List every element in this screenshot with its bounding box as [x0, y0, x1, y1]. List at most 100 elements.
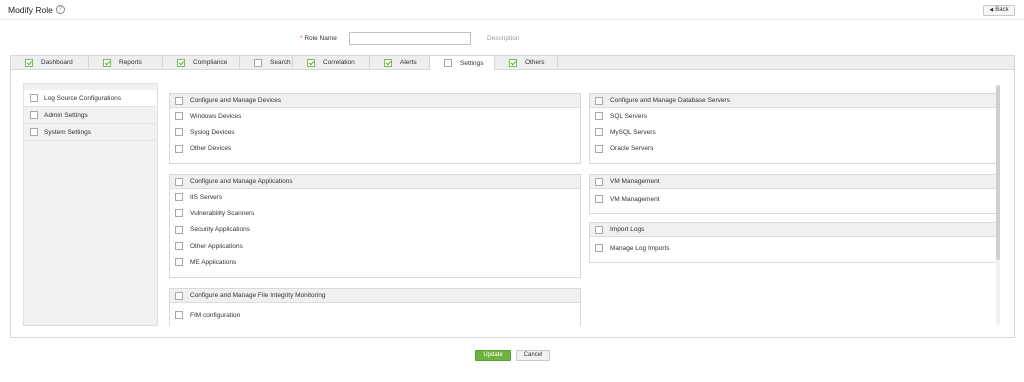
sidebar-checkbox[interactable] — [30, 128, 38, 136]
permission-item[interactable]: VM Management — [590, 191, 999, 207]
sidebar-checkbox[interactable] — [30, 94, 38, 102]
tab-checkbox[interactable] — [509, 58, 517, 67]
tab-dashboard[interactable]: Dashboard — [11, 56, 89, 69]
permission-item[interactable]: Windows Devices — [170, 108, 580, 124]
tab-checkbox[interactable] — [25, 58, 33, 67]
item-checkbox[interactable] — [175, 242, 183, 251]
role-name-label: * Role Name — [300, 35, 337, 42]
help-circle-icon[interactable]: ? — [56, 5, 65, 14]
sidebar-item-admin-settings[interactable]: Admin Settings — [24, 107, 157, 124]
permission-item[interactable]: IIS Servers — [170, 189, 580, 205]
item-checkbox[interactable] — [175, 128, 183, 137]
panel-checkbox[interactable] — [595, 225, 603, 234]
permission-item[interactable]: Vulnerability Scanners — [170, 205, 580, 221]
tab-label: Alerts — [400, 59, 417, 66]
tab-settings[interactable]: Settings — [430, 56, 495, 70]
panel-header[interactable]: Configure and Manage Devices — [170, 94, 580, 108]
tab-alerts[interactable]: Alerts — [370, 56, 430, 69]
tab-checkbox[interactable] — [307, 58, 315, 67]
panel-vm-management: VM Management VM Management — [589, 174, 999, 214]
tab-checkbox[interactable] — [177, 58, 185, 67]
item-checkbox[interactable] — [175, 193, 183, 202]
panel-title: VM Management — [610, 178, 660, 185]
item-checkbox[interactable] — [175, 209, 183, 218]
role-name-input[interactable] — [349, 32, 471, 45]
item-label: MySQL Servers — [610, 128, 656, 136]
permission-item[interactable]: Syslog Devices — [170, 124, 580, 140]
item-label: VM Management — [610, 195, 660, 203]
scrollbar-thumb[interactable] — [996, 85, 1000, 260]
item-checkbox[interactable] — [175, 225, 183, 234]
panel-database-servers: Configure and Manage Database Servers SQ… — [589, 93, 999, 164]
sidebar-checkbox[interactable] — [30, 111, 38, 119]
sidebar-item-label: Log Source Configurations — [44, 94, 121, 102]
tab-label: Settings — [460, 59, 484, 67]
panel-checkbox[interactable] — [595, 96, 603, 105]
item-checkbox[interactable] — [595, 112, 603, 121]
permission-item[interactable]: FIM configuration — [170, 307, 580, 323]
role-name-row: * Role Name Description — [0, 32, 1024, 46]
panel-header[interactable]: Configure and Manage Database Servers — [590, 94, 999, 108]
permission-item[interactable]: Other Applications — [170, 238, 580, 254]
tab-checkbox[interactable] — [384, 58, 392, 67]
panel-title: Import Logs — [610, 226, 645, 233]
panel-title: Configure and Manage Devices — [190, 97, 282, 104]
panel-checkbox[interactable] — [595, 177, 603, 186]
tab-checkbox[interactable] — [103, 58, 111, 67]
item-label: ME Applications — [190, 258, 237, 266]
cancel-button[interactable]: Cancel — [516, 350, 550, 361]
panel-title: Configure and Manage Database Servers — [610, 97, 730, 104]
tab-compliance[interactable]: Compliance — [163, 56, 240, 69]
panel-file-integrity-monitoring: Configure and Manage File Integrity Moni… — [169, 288, 581, 326]
panel-checkbox[interactable] — [175, 177, 183, 186]
permission-item[interactable]: SQL Servers — [590, 108, 999, 124]
permission-item[interactable]: MySQL Servers — [590, 124, 999, 140]
tab-search[interactable]: Search — [240, 56, 293, 69]
description-link[interactable]: Description — [487, 35, 520, 42]
sidebar-item-label: Admin Settings — [44, 111, 88, 119]
panel-header[interactable]: Configure and Manage File Integrity Moni… — [170, 289, 580, 303]
form-actions: Update Cancel — [0, 350, 1024, 362]
item-checkbox[interactable] — [175, 144, 183, 153]
tab-checkbox[interactable] — [444, 59, 452, 67]
sidebar-item-log-source-configurations[interactable]: Log Source Configurations — [24, 90, 157, 107]
sidebar-item-system-settings[interactable]: System Settings — [24, 124, 157, 141]
item-label: Vulnerability Scanners — [190, 209, 255, 217]
permission-item[interactable]: ME Applications — [170, 254, 580, 270]
back-button-label: Back — [995, 7, 1009, 13]
update-button[interactable]: Update — [475, 350, 511, 361]
permission-item[interactable]: Manage Log Imports — [590, 240, 999, 256]
panel-checkbox[interactable] — [175, 291, 183, 300]
panel-header[interactable]: Import Logs — [590, 223, 999, 237]
panel-header[interactable]: Configure and Manage Applications — [170, 175, 580, 189]
tab-checkbox[interactable] — [254, 58, 262, 67]
item-checkbox[interactable] — [595, 128, 603, 137]
item-label: Syslog Devices — [190, 128, 235, 136]
tab-label: Others — [525, 59, 545, 66]
item-label: Manage Log Imports — [610, 244, 670, 252]
permission-item[interactable]: Other Devices — [170, 141, 580, 157]
item-checkbox[interactable] — [175, 311, 183, 320]
tab-reports[interactable]: Reports — [89, 56, 163, 69]
item-checkbox[interactable] — [595, 195, 603, 204]
tab-label: Correlation — [323, 59, 355, 66]
panel-title: Configure and Manage Applications — [190, 178, 293, 185]
settings-tab-content: Log Source Configurations Admin Settings… — [10, 70, 1015, 338]
permission-tabs: Dashboard Reports Compliance Search Corr… — [10, 55, 1015, 70]
panel-header[interactable]: VM Management — [590, 175, 999, 189]
tab-others[interactable]: Others — [495, 56, 558, 69]
item-label: Other Devices — [190, 145, 232, 153]
item-checkbox[interactable] — [175, 112, 183, 121]
panel-checkbox[interactable] — [175, 96, 183, 105]
tab-label: Search — [270, 59, 291, 66]
tab-correlation[interactable]: Correlation — [293, 56, 370, 69]
permission-item[interactable]: Security Applications — [170, 222, 580, 238]
permission-item[interactable]: Oracle Servers — [590, 141, 999, 157]
tab-label: Compliance — [193, 59, 228, 66]
item-checkbox[interactable] — [595, 244, 603, 253]
item-checkbox[interactable] — [175, 258, 183, 267]
tab-label: Dashboard — [41, 59, 73, 66]
item-checkbox[interactable] — [595, 144, 603, 153]
panel-applications: Configure and Manage Applications IIS Se… — [169, 174, 581, 278]
back-button[interactable]: ◀ Back — [983, 5, 1015, 16]
